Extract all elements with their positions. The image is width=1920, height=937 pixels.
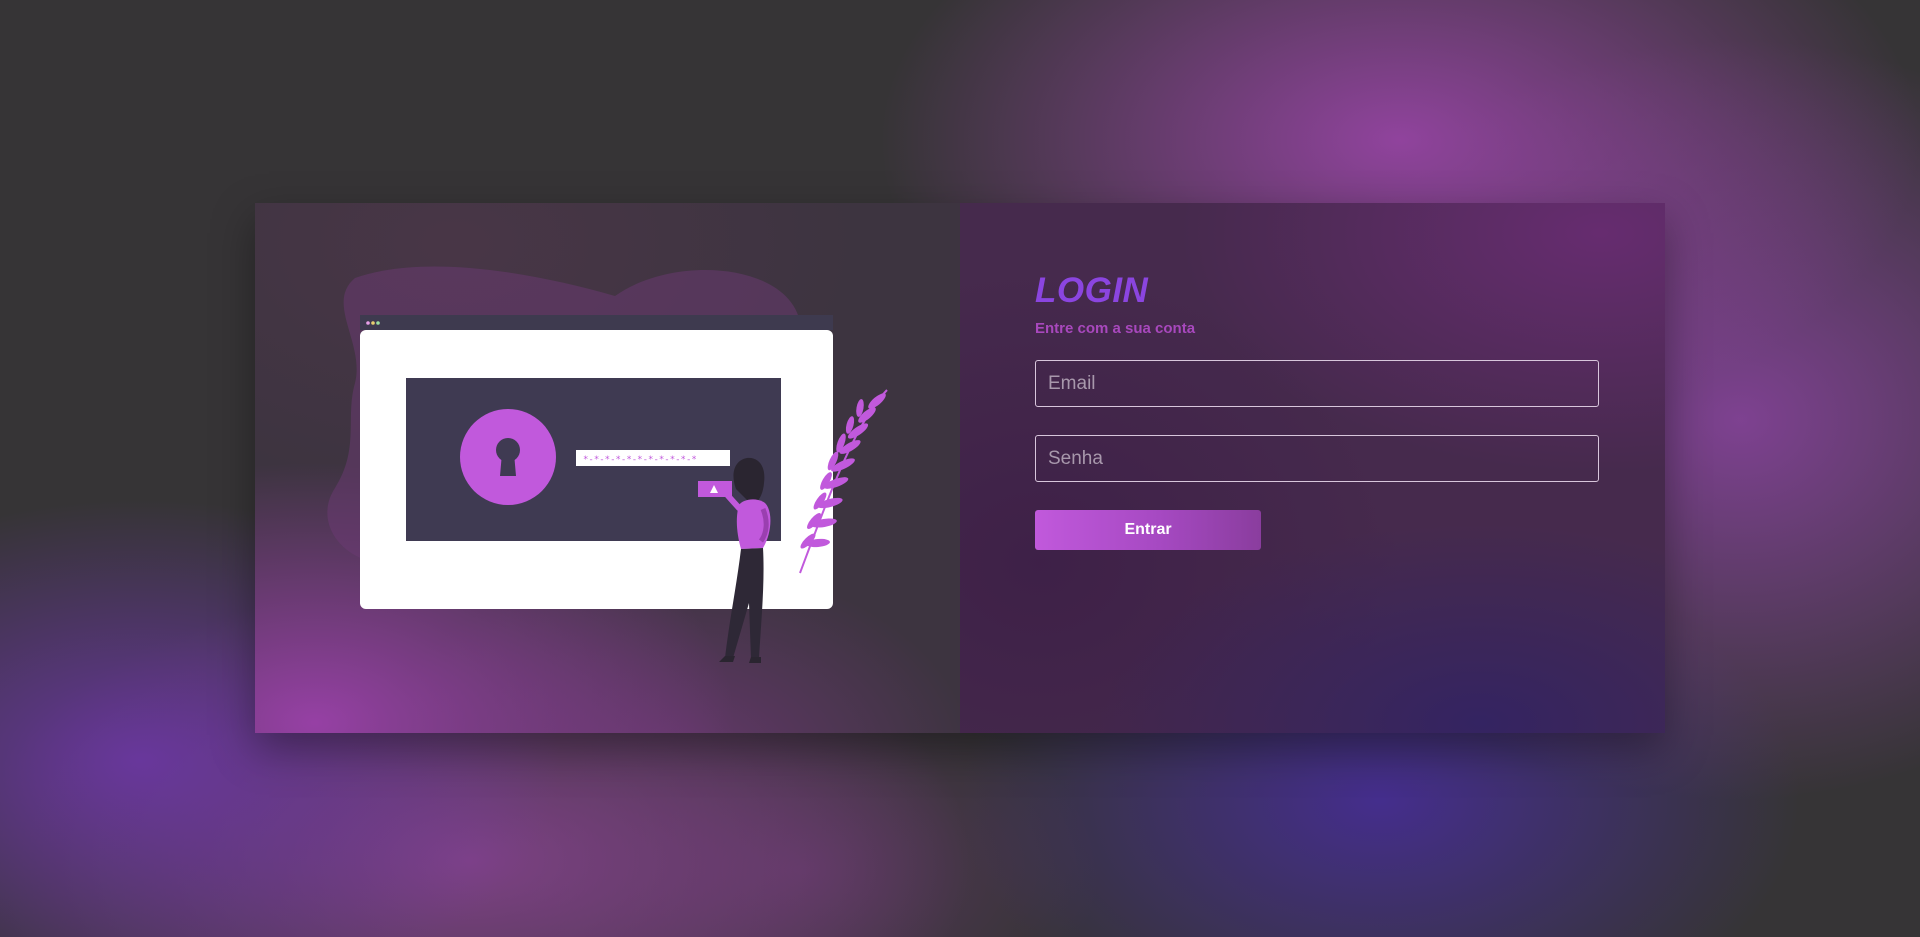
password-mask-text: *-*-*-*-*-*-*-*-*-*-*	[583, 455, 697, 465]
password-field[interactable]	[1035, 435, 1599, 482]
login-illustration: *-*-*-*-*-*-*-*-*-*-*	[327, 266, 888, 663]
email-field[interactable]	[1035, 360, 1599, 407]
login-form: LOGIN Entre com a sua conta Entrar	[1035, 273, 1600, 550]
login-button[interactable]: Entrar	[1035, 510, 1261, 550]
login-panel: LOGIN Entre com a sua conta Entrar	[960, 203, 1665, 733]
login-card: *-*-*-*-*-*-*-*-*-*-* LOGIN Entre com a …	[255, 203, 1665, 733]
keyhole-icon	[460, 409, 556, 505]
login-subtitle: Entre com a sua conta	[1035, 320, 1196, 337]
password-mask-field: *-*-*-*-*-*-*-*-*-*-*	[576, 450, 730, 466]
login-title: LOGIN	[1035, 271, 1149, 310]
illustration-panel: *-*-*-*-*-*-*-*-*-*-*	[255, 203, 960, 733]
